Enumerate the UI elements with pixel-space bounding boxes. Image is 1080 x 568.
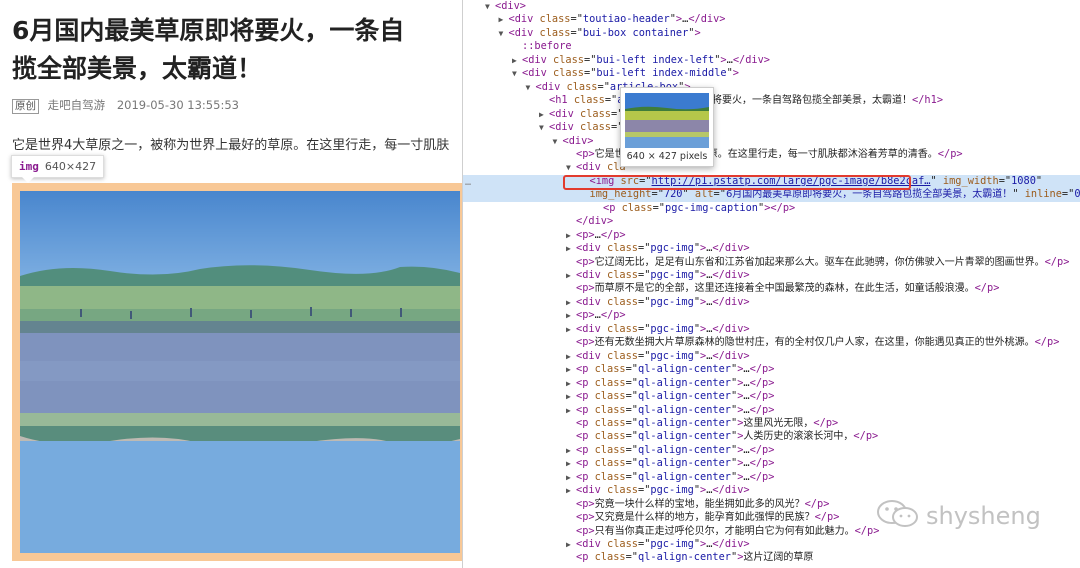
expand-toggle-icon[interactable]: ▶ bbox=[566, 471, 576, 485]
dom-node-line[interactable]: img_height="720" alt="6月国内最美草原即将要火，一条自驾路… bbox=[463, 188, 1080, 202]
expand-toggle-icon[interactable]: ▶ bbox=[566, 309, 576, 323]
dom-node-markup: <p class="ql-align-center">…</p> bbox=[576, 390, 775, 403]
dom-node-markup: <div class="a bbox=[549, 121, 630, 134]
image-preview-popup: 640 × 427 pixels bbox=[620, 87, 714, 167]
dom-node-markup: <p class="ql-align-center">这里风光无限，</p> bbox=[576, 416, 839, 429]
expand-toggle-icon[interactable]: ▶ bbox=[566, 350, 576, 364]
dom-node-markup: <p class="ql-align-center">这片辽阔的草原 bbox=[576, 551, 814, 564]
expand-toggle-icon[interactable]: ▼ bbox=[566, 161, 576, 175]
dom-node-markup: <div class="pgc-img">…</div> bbox=[576, 295, 750, 308]
dom-node-markup: <p class="ql-align-center">…</p> bbox=[576, 470, 775, 483]
thumbnail-photo bbox=[625, 93, 709, 148]
dom-node-markup: <div> bbox=[495, 0, 526, 12]
dom-node-markup: <p>而草原不是它的全部，这里还连接着全中国最繁茂的森林，在此生活，如童话般浪漫… bbox=[576, 282, 1000, 295]
expand-toggle-icon[interactable]: ▶ bbox=[566, 363, 576, 377]
dom-node-markup: <p>究竟一块什么样的宝地，能坐拥如此多的风光？</p> bbox=[576, 497, 830, 510]
dom-node-markup: <div class="pgc-img">…</div> bbox=[576, 242, 750, 255]
article-title: 6月国内最美草原即将要火，一条自 揽全部美景，太霸道！ bbox=[12, 12, 462, 88]
dom-node-markup: <div class="pgc-img">…</div> bbox=[576, 484, 750, 497]
watermark: shysheng bbox=[876, 499, 1041, 535]
author-link[interactable]: 走吧自驾游 bbox=[48, 98, 106, 112]
dom-node-markup: <p class="ql-align-center">…</p> bbox=[576, 376, 775, 389]
expand-toggle-icon[interactable]: ▼ bbox=[512, 67, 522, 81]
inspect-highlight-overlay bbox=[20, 191, 460, 553]
expand-toggle-icon[interactable]: ▶ bbox=[499, 13, 509, 27]
publish-datetime: 2019-05-30 13:55:53 bbox=[116, 98, 239, 112]
dom-node-markup: <div class="pgc-img">…</div> bbox=[576, 538, 750, 550]
dom-node-markup: <div cla bbox=[576, 161, 626, 174]
dom-node-markup: <div class="bui-left index-left">…</div> bbox=[522, 53, 771, 66]
preview-thumbnail bbox=[625, 93, 709, 148]
dom-node-markup: <h1 class="art 国内最美草原即将要火，一条自驾路包揽全部美景，太霸… bbox=[549, 94, 944, 107]
dom-node-markup: <p>还有无数坐拥大片草原森林的隐世村庄，有的全村仅几户人家，在这里，你能遇见真… bbox=[576, 336, 1060, 349]
expand-toggle-icon[interactable]: ▶ bbox=[566, 404, 576, 418]
expand-toggle-icon[interactable]: ▶ bbox=[566, 377, 576, 391]
expand-toggle-icon[interactable]: ▼ bbox=[526, 81, 536, 95]
expand-toggle-icon[interactable]: ▶ bbox=[566, 484, 576, 498]
dom-node-markup: <p class="ql-align-center">…</p> bbox=[576, 457, 775, 470]
dom-node-markup: <p class="ql-align-center">…</p> bbox=[576, 443, 775, 456]
expand-toggle-icon[interactable]: ▼ bbox=[499, 27, 509, 41]
expand-toggle-icon[interactable]: ▶ bbox=[566, 269, 576, 283]
red-highlight-box bbox=[563, 175, 911, 190]
expand-toggle-icon[interactable]: ▶ bbox=[566, 323, 576, 337]
article-title-line1: 6月国内最美草原即将要火，一条自 bbox=[12, 16, 405, 45]
dom-node-markup: <p class="pgc-img-caption"></p> bbox=[603, 201, 796, 214]
highlighted-image-box[interactable] bbox=[12, 183, 462, 561]
article-meta: 原创 走吧自驾游 2019-05-30 13:55:53 bbox=[12, 97, 239, 114]
expand-toggle-icon[interactable]: ▶ bbox=[566, 444, 576, 458]
expand-toggle-icon[interactable]: ▶ bbox=[566, 296, 576, 310]
dom-node-markup: ::before bbox=[522, 40, 572, 53]
preview-size-label: 640 × 427 pixels bbox=[626, 151, 708, 162]
dom-node-markup: <p class="ql-align-center">…</p> bbox=[576, 363, 775, 376]
dom-node-markup: <div class="bui-left index-middle"> bbox=[522, 67, 739, 80]
dom-node-markup: <p>只有当你真正走过呼伦贝尔，才能明白它为何有如此魅力。</p> bbox=[576, 524, 880, 537]
tooltip-size: 640×427 bbox=[44, 160, 97, 173]
article-panel: 6月国内最美草原即将要火，一条自 揽全部美景，太霸道！ 原创 走吧自驾游 201… bbox=[0, 0, 462, 568]
dom-node-markup: <div class="pgc-img">…</div> bbox=[576, 349, 750, 362]
expand-toggle-icon[interactable]: ▼ bbox=[485, 0, 495, 14]
expand-toggle-icon[interactable]: ▶ bbox=[566, 229, 576, 243]
devtools-elements-panel[interactable]: ▼ <div> ▶ <div class="toutiao-header">…</di… bbox=[462, 0, 1080, 568]
dom-node-markup: <p class="ql-align-center">…</p> bbox=[576, 403, 775, 416]
dom-node-markup: <div class="bui-box container"> bbox=[508, 26, 701, 39]
expand-toggle-icon[interactable]: ▼ bbox=[553, 135, 563, 149]
dom-node-markup: <p>它辽阔无比，足足有山东省和江苏省加起来那么大。驱车在此驰骋，你仿佛驶入一片… bbox=[576, 255, 1070, 268]
dom-node-markup: <p>…</p> bbox=[576, 309, 626, 322]
expand-toggle-icon[interactable]: ▼ bbox=[539, 121, 549, 135]
dom-node-markup: <p>又究竟是什么样的地方，能孕育如此强悍的民族？</p> bbox=[576, 511, 840, 524]
dom-node-markup: <p>…</p> bbox=[576, 228, 626, 241]
expand-toggle-icon[interactable]: ▶ bbox=[566, 242, 576, 256]
ellipsis-icon[interactable]: … bbox=[465, 177, 471, 188]
tooltip-tag: img bbox=[19, 160, 39, 173]
watermark-text: shysheng bbox=[926, 502, 1041, 530]
article-title-line2: 揽全部美景，太霸道！ bbox=[12, 54, 263, 83]
expand-toggle-icon[interactable]: ▶ bbox=[539, 108, 549, 122]
expand-toggle-icon[interactable]: ▶ bbox=[566, 538, 576, 552]
article-image[interactable] bbox=[20, 191, 460, 553]
element-tooltip: img 640×427 bbox=[11, 155, 105, 183]
dom-node-markup: img_height="720" alt="6月国内最美草原即将要火，一条自驾路… bbox=[589, 188, 1080, 201]
dom-node-markup: </div> bbox=[576, 215, 614, 228]
original-tag: 原创 bbox=[12, 99, 39, 114]
expand-toggle-icon[interactable]: ▶ bbox=[512, 54, 522, 68]
wechat-icon bbox=[876, 499, 920, 535]
expand-toggle-icon[interactable]: ▶ bbox=[566, 457, 576, 471]
dom-node-markup: <div class="pgc-img">…</div> bbox=[576, 322, 750, 335]
dom-node-markup: <p class="ql-align-center">人类历史的滚滚长河中，</… bbox=[576, 430, 879, 443]
dom-node-markup: <div> bbox=[562, 134, 594, 147]
expand-toggle-icon[interactable]: ▶ bbox=[566, 390, 576, 404]
dom-node-markup: <div class="toutiao-header">…</div> bbox=[508, 13, 726, 26]
dom-node-markup: <div class="pgc-img">…</div> bbox=[576, 269, 750, 281]
article-paragraph: 它是世界4大草原之一，被称为世界上最好的草原。在这里行走，每一寸肌肤 bbox=[12, 138, 450, 153]
